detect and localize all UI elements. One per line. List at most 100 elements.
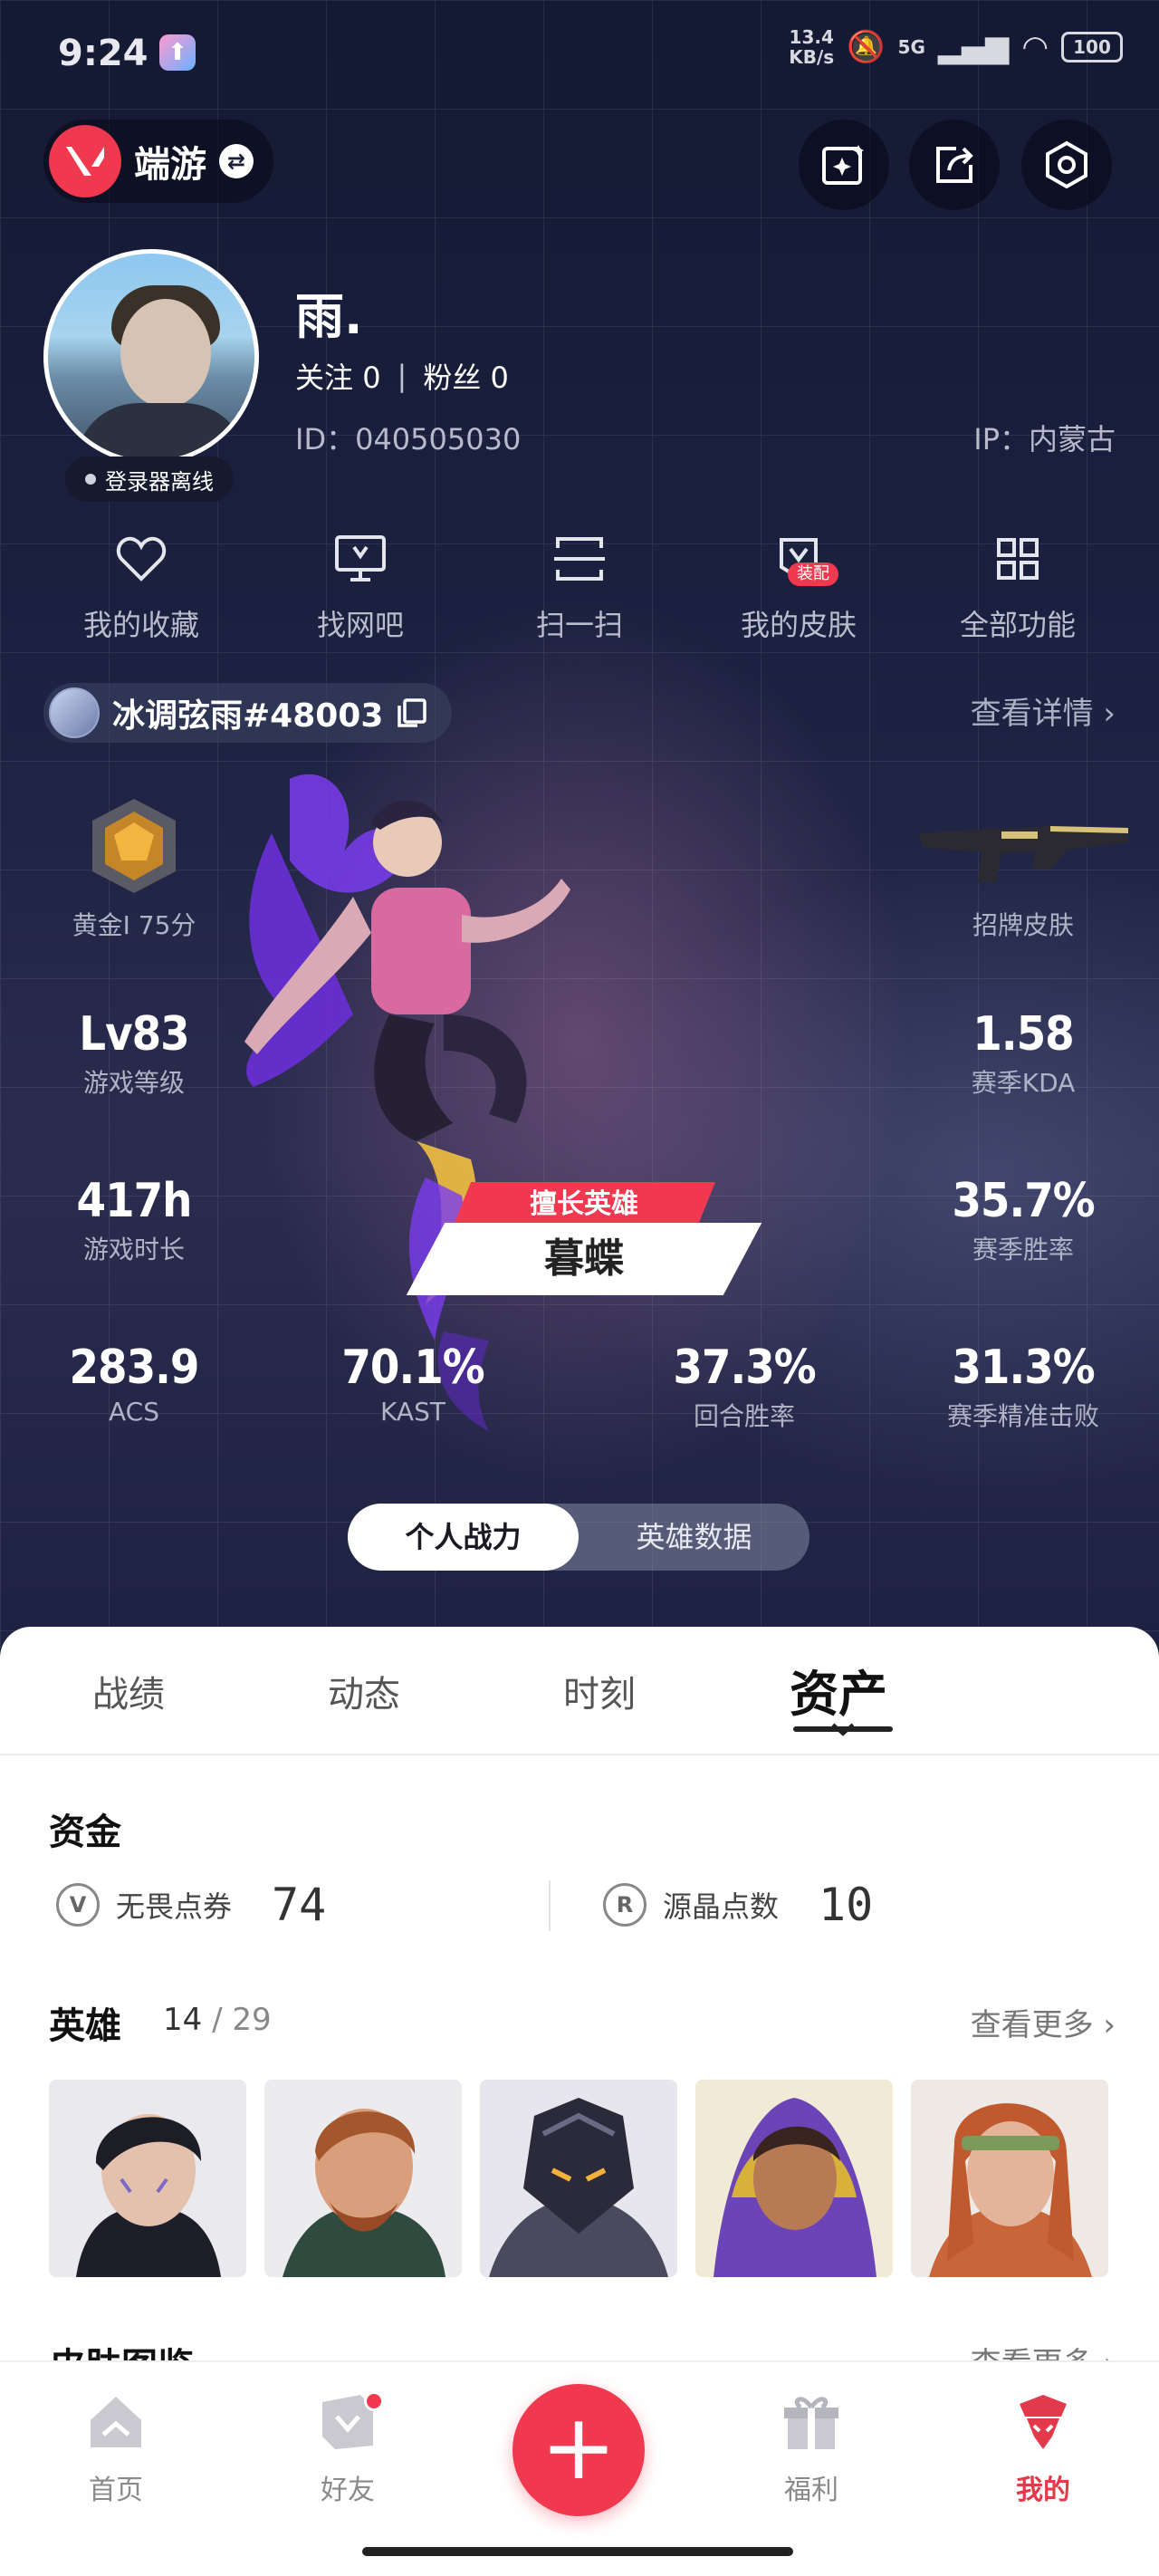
network-speed: 13.4 KB/s <box>789 26 835 68</box>
stat-winrate: 35.7% 赛季胜率 <box>952 1174 1095 1264</box>
content-tabs: 战绩 动态 时刻 资产 <box>0 1627 1159 1754</box>
hero-card[interactable] <box>911 2080 1108 2277</box>
copy-icon[interactable] <box>396 697 428 729</box>
rp-currency-icon: R <box>603 1883 647 1927</box>
tab-moments[interactable]: 时刻 <box>563 1665 636 1717</box>
ip-location: IP：内蒙古 <box>973 422 1116 457</box>
rank-gold-icon <box>92 799 176 893</box>
quick-item-all[interactable]: 全部功能 <box>909 530 1126 644</box>
nav-me[interactable]: 我的 <box>971 2389 1116 2507</box>
launcher-status: 登录器离线 <box>65 457 234 502</box>
chevron-right-icon: › <box>1103 696 1116 732</box>
nav-welfare[interactable]: 福利 <box>739 2389 884 2507</box>
status-indicators: 13.4 KB/s 🔕 5G ▂▄▆ ◠ 100 <box>789 27 1123 67</box>
monitor-icon <box>331 530 389 588</box>
hero-card-list <box>49 2080 1108 2277</box>
equip-badge: 装配 <box>788 562 838 586</box>
network-type: 5G <box>897 36 925 58</box>
stat-hours: 417h 游戏时长 <box>76 1174 193 1264</box>
signal-icon: ▂▄▆ <box>937 29 1010 65</box>
stat-precise-kills: 31.3% 赛季精准击败 <box>946 1341 1099 1431</box>
quick-item-favorites[interactable]: 我的收藏 <box>33 530 250 644</box>
riot-id: 冰调弦雨#48003 <box>112 697 384 735</box>
best-agent-tag: 擅长英雄 <box>452 1182 716 1227</box>
riot-avatar <box>49 687 100 738</box>
battery-icon: 100 <box>1061 32 1123 62</box>
segment-personal-power[interactable]: 个人战力 <box>348 1504 579 1571</box>
divider <box>549 1880 551 1931</box>
tab-record[interactable]: 战绩 <box>92 1665 165 1717</box>
notification-dot <box>364 2391 384 2411</box>
valorant-logo-icon <box>49 125 121 197</box>
divider <box>0 1754 1159 1755</box>
ai-card-icon <box>822 145 864 185</box>
fans-link[interactable]: 粉丝 0 <box>423 355 509 397</box>
quick-functions: 我的收藏 找网吧 扫一扫 装配 我的皮肤 全部功能 <box>33 530 1126 644</box>
nav-home[interactable]: 首页 <box>43 2389 188 2507</box>
share-icon <box>936 147 973 183</box>
chevron-right-icon: › <box>1103 2007 1116 2043</box>
ai-card-button[interactable] <box>799 120 889 210</box>
app-switcher[interactable]: 端游 ⇄ <box>43 120 273 203</box>
profile-hero: 9:24 ⬆ 13.4 KB/s 🔕 5G ▂▄▆ ◠ 100 端游 ⇄ 登录器… <box>0 0 1159 1648</box>
heroes-more-link[interactable]: 查看更多 › <box>971 2000 1116 2044</box>
quick-item-skins[interactable]: 装配 我的皮肤 <box>690 530 907 644</box>
rank-label: 黄金I 75分 <box>72 910 196 940</box>
view-details-link[interactable]: 查看详情 › <box>971 688 1116 733</box>
mute-icon: 🔕 <box>847 29 886 65</box>
wifi-icon: ◠ <box>1021 29 1049 65</box>
stat-level: Lv83 游戏等级 <box>79 1007 189 1098</box>
share-button[interactable] <box>909 120 1000 210</box>
settings-icon <box>1046 140 1087 189</box>
status-bar: 9:24 ⬆ 13.4 KB/s 🔕 5G ▂▄▆ ◠ 100 <box>0 0 1159 109</box>
grid-icon <box>989 530 1047 588</box>
hero-card[interactable] <box>264 2080 462 2277</box>
tab-feed[interactable]: 动态 <box>328 1665 400 1717</box>
status-time: 9:24 <box>58 33 148 74</box>
nav-friends[interactable]: 好友 <box>275 2389 420 2507</box>
riot-id-pill[interactable]: 冰调弦雨#48003 <box>43 683 453 743</box>
bottom-navigation: 首页 好友 + 福利 我的 <box>0 2360 1159 2576</box>
nickname: 雨. <box>295 288 363 345</box>
funds-title: 资金 <box>49 1812 121 1853</box>
hero-card[interactable] <box>480 2080 677 2277</box>
home-indicator <box>362 2547 793 2556</box>
tab-assets[interactable]: 资产 <box>790 1654 887 1725</box>
stat-round-winrate: 37.3% 回合胜率 <box>673 1341 816 1431</box>
rifle-skin-icon[interactable] <box>915 806 1132 888</box>
quick-item-scan[interactable]: 扫一扫 <box>471 530 688 644</box>
stat-kda: 1.58 赛季KDA <box>971 1007 1076 1098</box>
stat-acs: 283.9 ACS <box>69 1341 200 1427</box>
status-dot-icon <box>85 474 96 485</box>
me-icon <box>1020 2395 1067 2449</box>
vp-balance: V 无畏点券 74 <box>56 1879 326 1931</box>
create-post-button[interactable]: + <box>512 2384 645 2516</box>
best-agent-name[interactable]: 暮蝶 <box>406 1223 762 1295</box>
signature-skin-label: 招牌皮肤 <box>972 910 1074 940</box>
hero-card[interactable] <box>695 2080 893 2277</box>
gift-icon <box>784 2397 838 2449</box>
vp-currency-icon: V <box>56 1883 100 1927</box>
tab-indicator-chevron-icon <box>831 1723 855 1736</box>
following-link[interactable]: 关注 0 <box>295 355 381 397</box>
avatar[interactable] <box>43 249 259 465</box>
follow-stats: 关注 0 | 粉丝 0 <box>295 355 509 397</box>
settings-button[interactable] <box>1021 120 1112 210</box>
home-icon <box>91 2397 141 2447</box>
segment-hero-data[interactable]: 英雄数据 <box>579 1504 809 1571</box>
user-id: ID：040505030 <box>295 422 522 457</box>
scan-icon <box>551 530 608 588</box>
heroes-count: 14 / 29 <box>163 2002 272 2038</box>
heart-icon <box>112 530 170 588</box>
app-name: 端游 <box>134 144 206 186</box>
skin-icon: 装配 <box>770 530 838 588</box>
hero-card[interactable] <box>49 2080 246 2277</box>
stat-kast: 70.1% KAST <box>341 1341 484 1427</box>
heroes-title: 英雄 <box>49 2005 121 2047</box>
quick-item-netcafe[interactable]: 找网吧 <box>252 530 469 644</box>
divider: | <box>397 359 407 393</box>
swap-icon: ⇄ <box>219 144 254 178</box>
notification-app-icon: ⬆ <box>159 34 196 71</box>
stats-segment-toggle: 个人战力 英雄数据 <box>348 1504 809 1571</box>
rp-balance: R 源晶点数 10 <box>603 1879 873 1931</box>
